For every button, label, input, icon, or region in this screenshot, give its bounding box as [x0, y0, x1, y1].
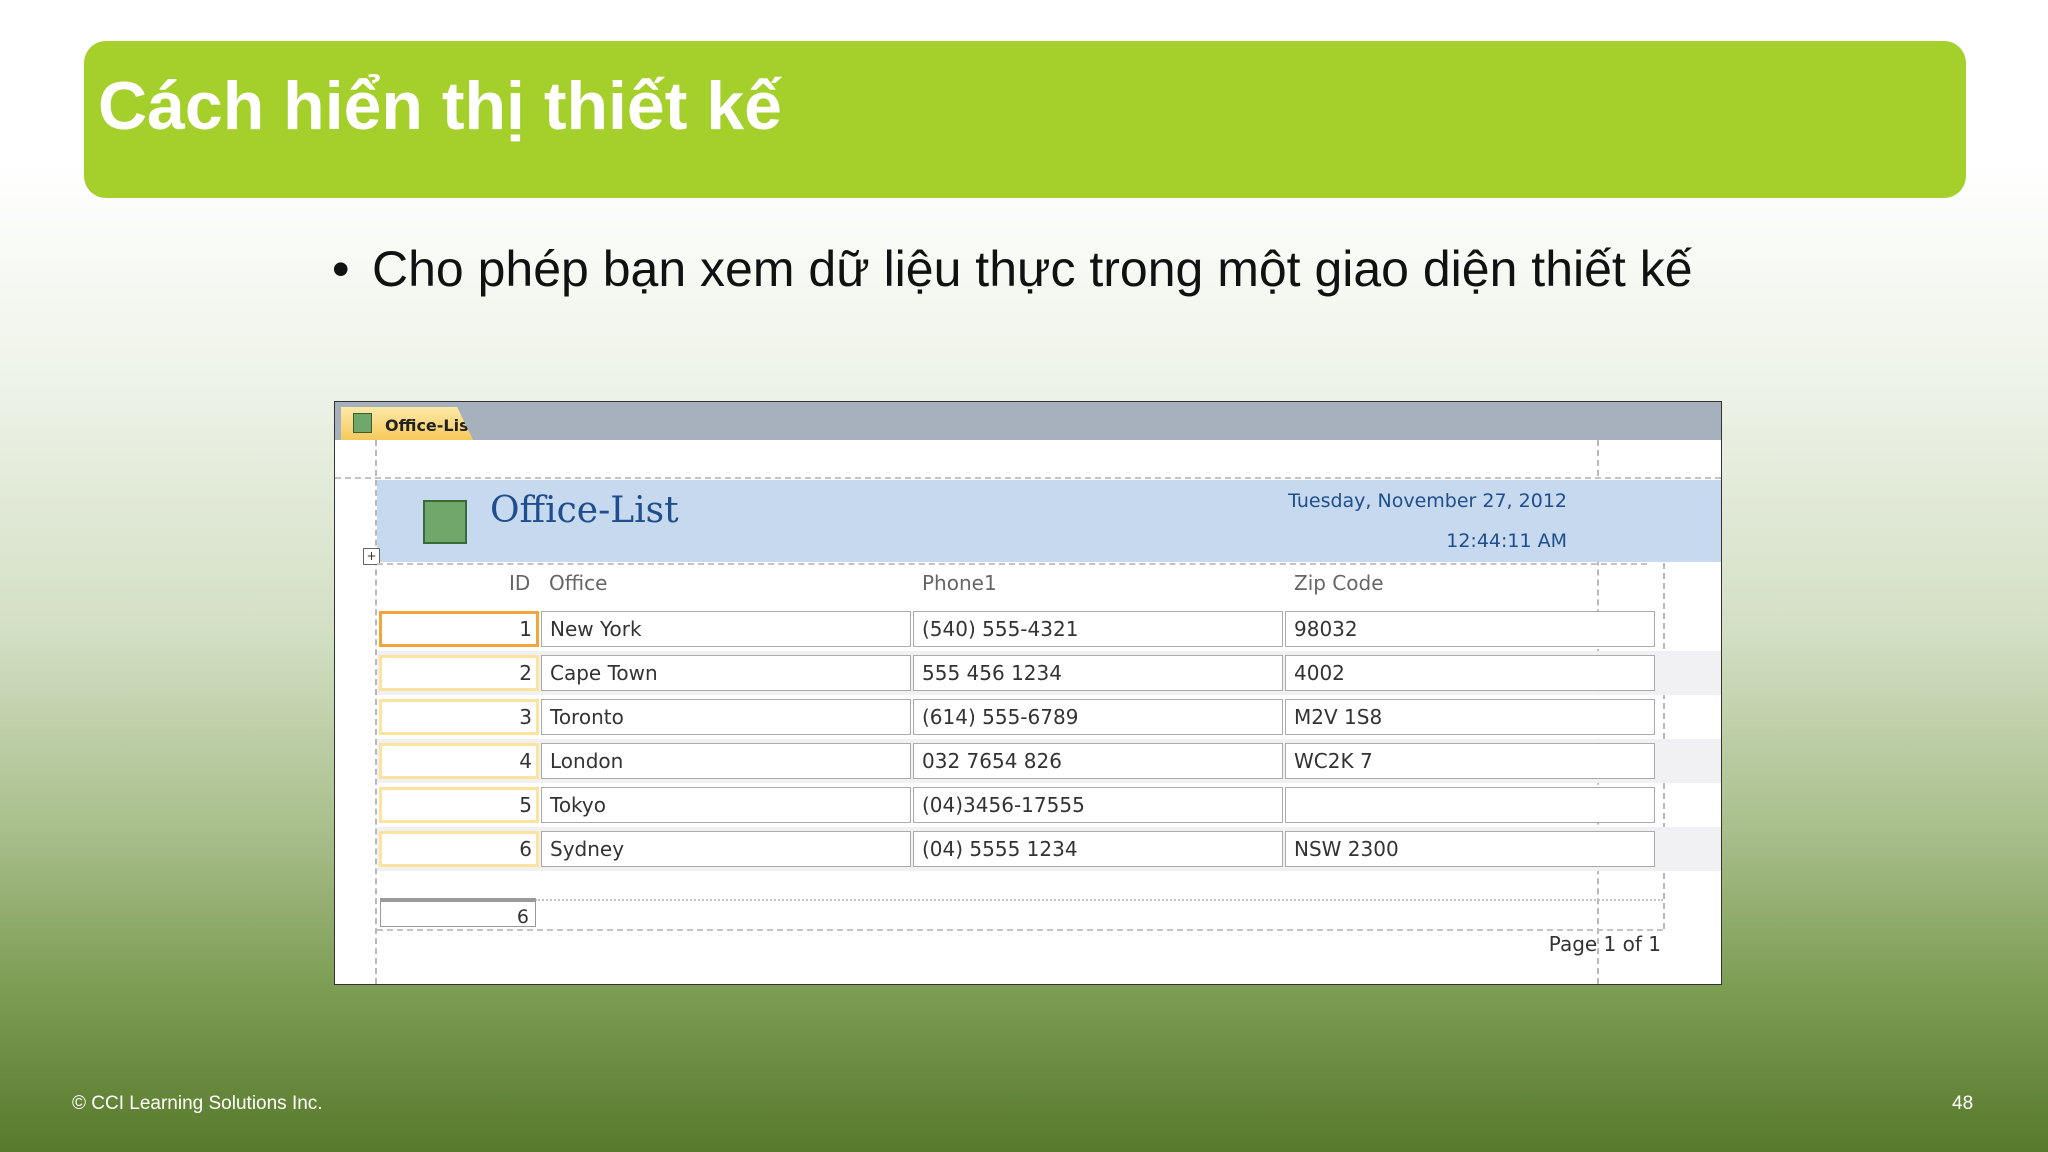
id-cell[interactable]: 5: [379, 787, 539, 823]
table-row: 2 Cape Town 555 456 1234 4002: [377, 651, 1721, 695]
column-header-phone[interactable]: Phone1: [922, 571, 997, 595]
office-cell[interactable]: New York: [541, 611, 911, 647]
column-header-id[interactable]: ID: [509, 571, 530, 595]
report-icon: [353, 413, 372, 433]
document-tab-strip: [335, 402, 1721, 440]
office-cell[interactable]: Tokyo: [541, 787, 911, 823]
office-cell[interactable]: Toronto: [541, 699, 911, 735]
bullet-symbol: •: [332, 241, 350, 297]
id-cell[interactable]: 3: [379, 699, 539, 735]
zip-cell[interactable]: WC2K 7: [1285, 743, 1655, 779]
id-cell[interactable]: 6: [379, 831, 539, 867]
tab-office-list[interactable]: Office-List: [341, 407, 473, 440]
phone-cell[interactable]: 032 7654 826: [913, 743, 1283, 779]
bullet-text: Cho phép bạn xem dữ liệu thực trong một …: [372, 241, 1693, 297]
report-header-icon: [423, 500, 467, 544]
zip-cell[interactable]: M2V 1S8: [1285, 699, 1655, 735]
column-header-office[interactable]: Office: [549, 571, 607, 595]
zip-cell[interactable]: [1285, 787, 1655, 823]
table-row: 6 Sydney (04) 5555 1234 NSW 2300: [377, 827, 1721, 871]
office-cell[interactable]: Cape Town: [541, 655, 911, 691]
office-cell[interactable]: Sydney: [541, 831, 911, 867]
access-report-screenshot: Office-List Office-List Tuesday, Novembe…: [334, 401, 1722, 985]
report-date[interactable]: Tuesday, November 27, 2012: [1288, 490, 1567, 512]
column-header-zip[interactable]: Zip Code: [1294, 571, 1384, 595]
phone-cell[interactable]: (614) 555-6789: [913, 699, 1283, 735]
zip-cell[interactable]: 4002: [1285, 655, 1655, 691]
phone-cell[interactable]: 555 456 1234: [913, 655, 1283, 691]
report-footer-guide: [535, 899, 1663, 901]
slide-title: Cách hiển thị thiết kế: [98, 68, 782, 144]
copyright-footer: © CCI Learning Solutions Inc.: [72, 1093, 323, 1114]
page-number-text[interactable]: Page 1 of 1: [1549, 932, 1661, 956]
table-row: 1 New York (540) 555-4321 98032: [377, 607, 1721, 651]
header-guide: [335, 477, 1721, 479]
page-footer-guide: [377, 929, 1663, 931]
phone-cell[interactable]: (04)3456-17555: [913, 787, 1283, 823]
report-time[interactable]: 12:44:11 AM: [1446, 530, 1567, 552]
slide-number: 48: [1952, 1093, 1974, 1114]
table-row: 3 Toronto (614) 555-6789 M2V 1S8: [377, 695, 1721, 739]
id-cell[interactable]: 4: [379, 743, 539, 779]
report-title[interactable]: Office-List: [490, 490, 679, 531]
phone-cell[interactable]: (04) 5555 1234: [913, 831, 1283, 867]
table-row: 4 London 032 7654 826 WC2K 7: [377, 739, 1721, 783]
zip-cell[interactable]: 98032: [1285, 611, 1655, 647]
office-cell[interactable]: London: [541, 743, 911, 779]
zip-cell[interactable]: NSW 2300: [1285, 831, 1655, 867]
id-cell[interactable]: 1: [379, 611, 539, 647]
tab-label: Office-List: [385, 416, 477, 435]
table-row: 5 Tokyo (04)3456-17555: [377, 783, 1721, 827]
id-cell[interactable]: 2: [379, 655, 539, 691]
column-header-guide: [377, 563, 1647, 565]
phone-cell[interactable]: (540) 555-4321: [913, 611, 1283, 647]
record-count-box[interactable]: 6: [380, 898, 536, 928]
